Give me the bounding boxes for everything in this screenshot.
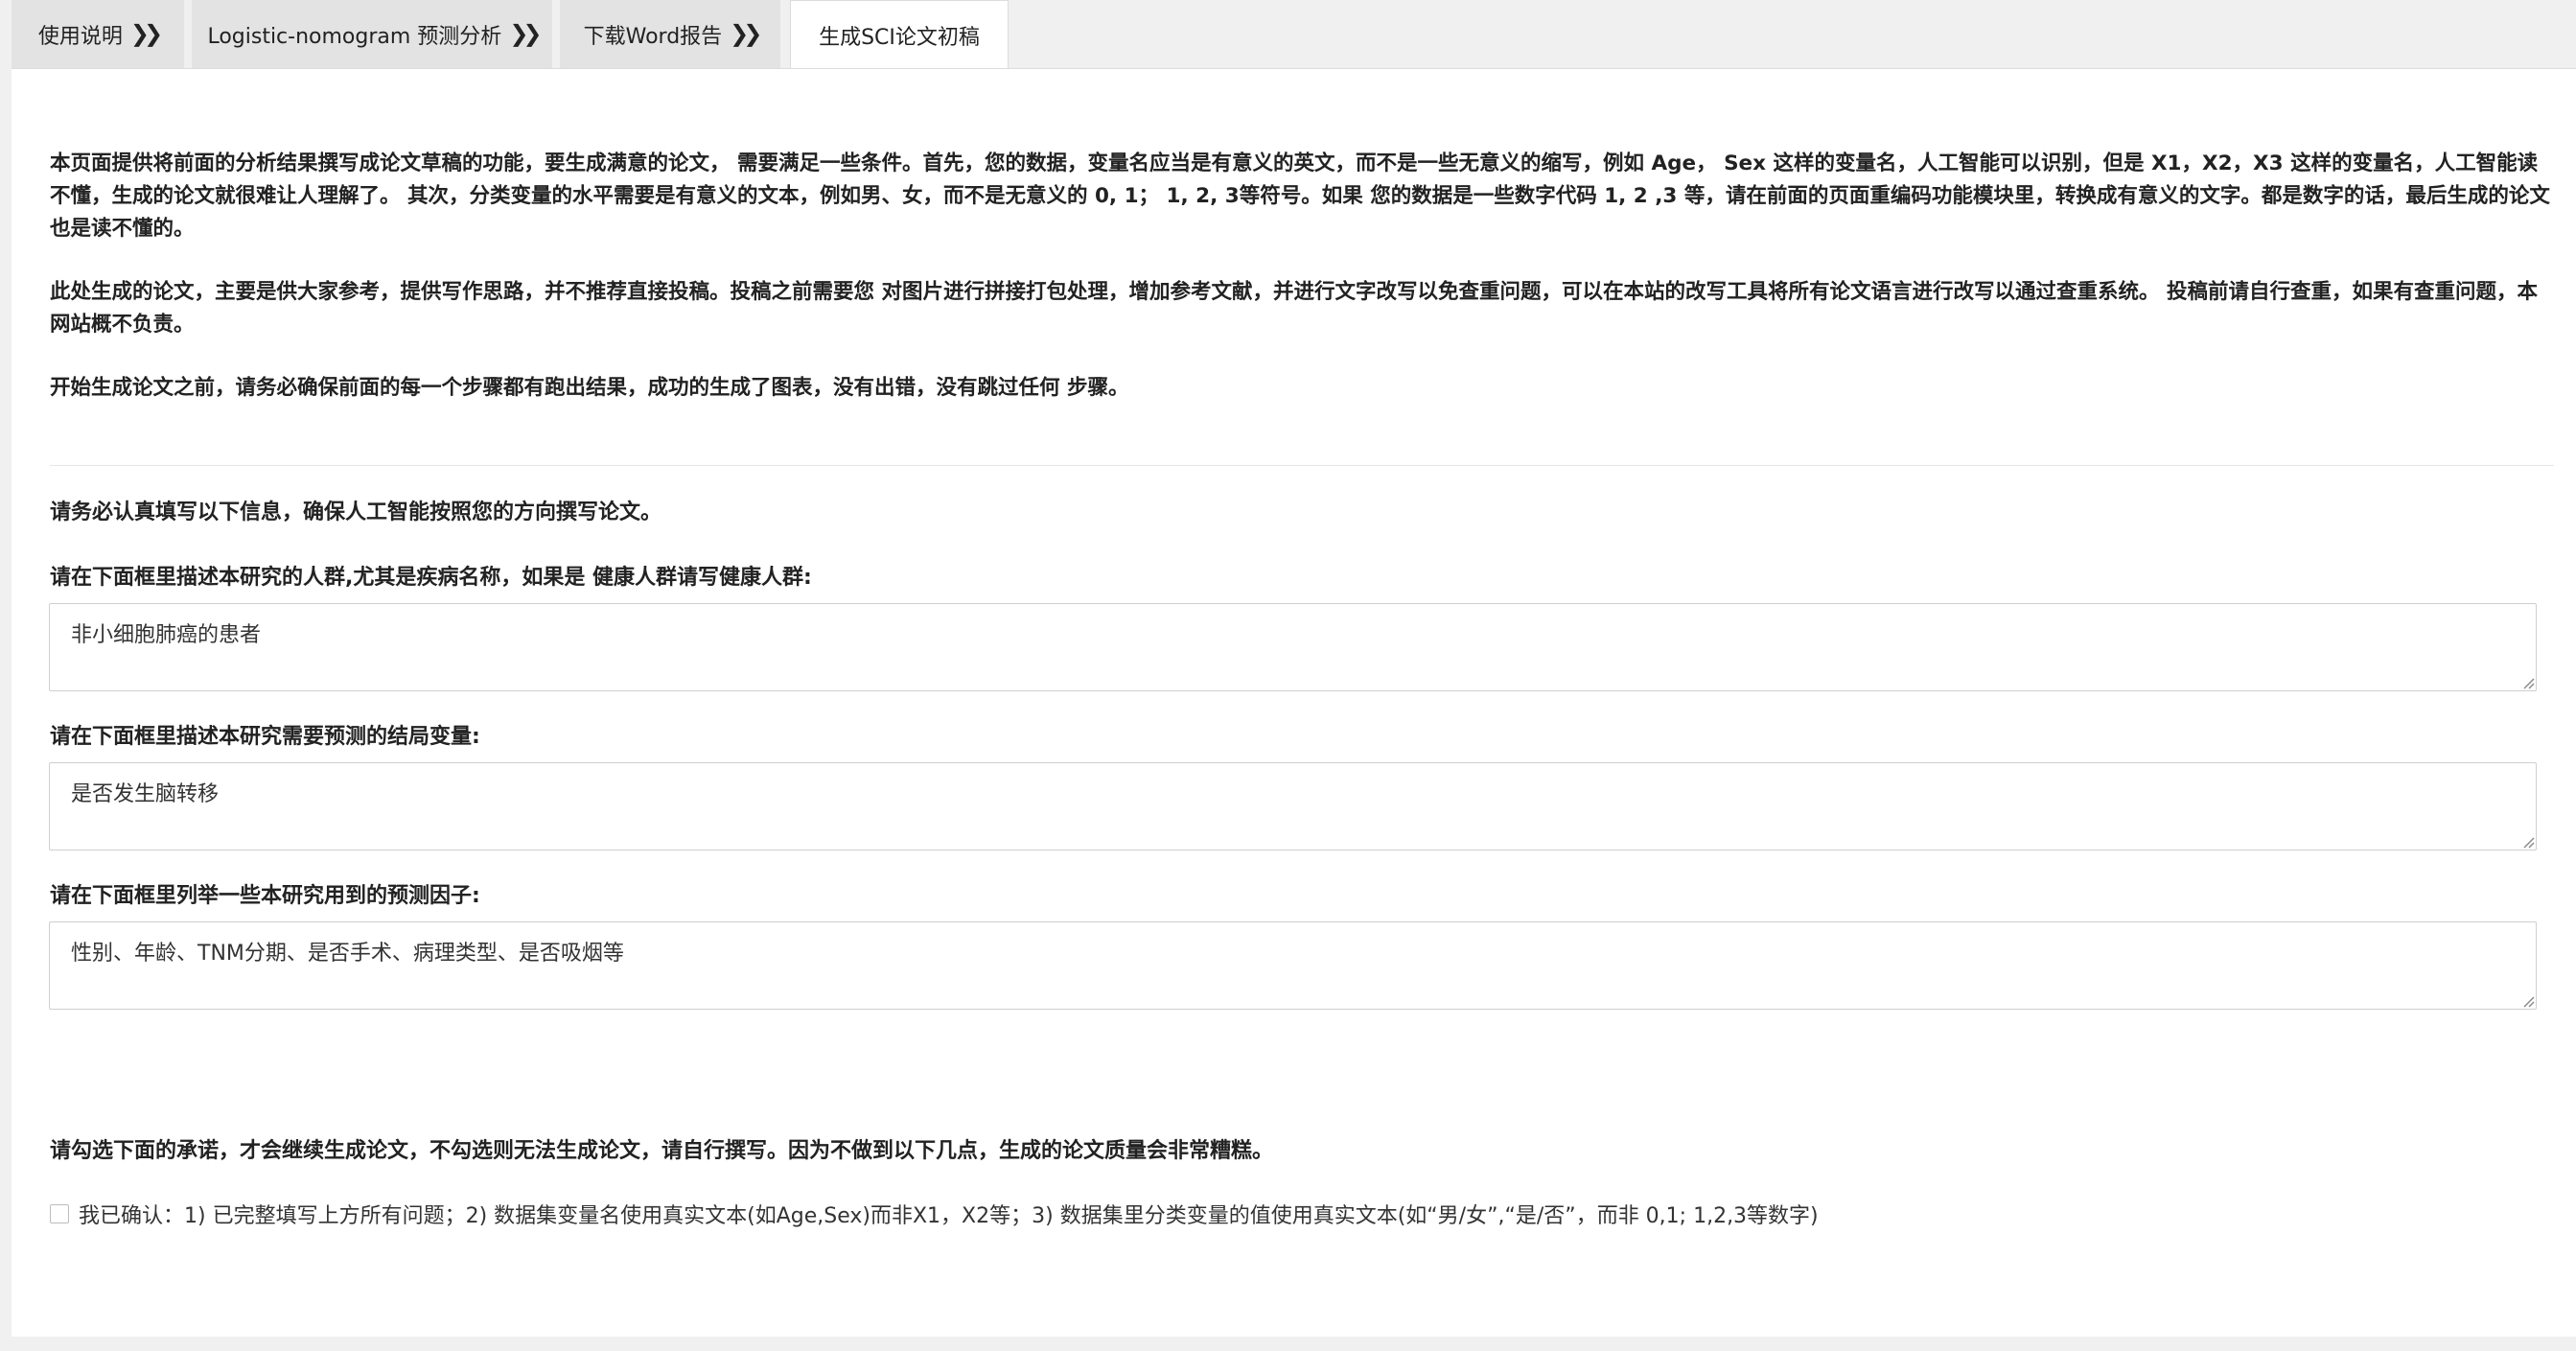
tab-download-word[interactable]: 下载Word报告 ❯❯ bbox=[560, 0, 780, 69]
intro-paragraph-3: 开始生成论文之前，请务必确保前面的每一个步骤都有跑出结果，成功的生成了图表，没有… bbox=[50, 376, 1129, 400]
double-chevron-right-icon: ❯❯ bbox=[509, 20, 542, 47]
tab-instructions[interactable]: 使用说明 ❯❯ bbox=[12, 0, 184, 69]
tab-bar: 使用说明 ❯❯ Logistic-nomogram 预测分析 ❯❯ 下载Word… bbox=[0, 0, 2576, 70]
tab-label: 使用说明 bbox=[37, 25, 123, 49]
tab-logistic-nomogram[interactable]: Logistic-nomogram 预测分析 ❯❯ bbox=[192, 0, 552, 69]
divider bbox=[50, 465, 2554, 466]
confirm-checkbox[interactable] bbox=[50, 1204, 69, 1223]
content-panel: 本页面提供将前面的分析结果撰写成论文草稿的功能，要生成满意的论文， 需要满足一些… bbox=[12, 68, 2576, 1337]
double-chevron-right-icon: ❯❯ bbox=[129, 20, 163, 47]
tab-generate-sci[interactable]: 生成SCI论文初稿 bbox=[790, 0, 1009, 70]
predictors-label: 请在下面框里列举一些本研究用到的预测因子: bbox=[50, 884, 480, 908]
resize-grip-icon[interactable] bbox=[2521, 994, 2535, 1008]
intro-paragraph-1: 本页面提供将前面的分析结果撰写成论文草稿的功能，要生成满意的论文， 需要满足一些… bbox=[50, 151, 2550, 241]
commitment-heading: 请勾选下面的承诺，才会继续生成论文，不勾选则无法生成论文，请自行撰写。因为不做到… bbox=[50, 1139, 1274, 1163]
outcome-label: 请在下面框里描述本研究需要预测的结局变量: bbox=[50, 725, 480, 749]
outcome-field[interactable]: 是否发生脑转移 bbox=[49, 762, 2537, 850]
predictors-field[interactable]: 性别、年龄、TNM分期、是否手术、病理类型、是否吸烟等 bbox=[49, 921, 2537, 1010]
tab-label: Logistic-nomogram 预测分析 bbox=[207, 25, 502, 49]
tab-label: 下载Word报告 bbox=[583, 25, 723, 49]
resize-grip-icon[interactable] bbox=[2521, 835, 2535, 849]
double-chevron-right-icon: ❯❯ bbox=[730, 20, 762, 47]
population-field[interactable]: 非小细胞肺癌的患者 bbox=[49, 603, 2537, 691]
confirm-row[interactable]: 我已确认：1) 已完整填写上方所有问题；2) 数据集变量名使用真实文本(如Age… bbox=[50, 1199, 1819, 1229]
resize-grip-icon[interactable] bbox=[2521, 676, 2535, 689]
population-label: 请在下面框里描述本研究的人群,尤其是疾病名称，如果是 健康人群请写健康人群: bbox=[50, 566, 812, 590]
tab-label: 生成SCI论文初稿 bbox=[819, 26, 980, 50]
intro-paragraph-2: 此处生成的论文，主要是供大家参考，提供写作思路，并不推荐直接投稿。投稿之前需要您… bbox=[50, 280, 2538, 337]
confirm-label[interactable]: 我已确认：1) 已完整填写上方所有问题；2) 数据集变量名使用真实文本(如Age… bbox=[79, 1199, 1819, 1229]
form-instruction: 请务必认真填写以下信息，确保人工智能按照您的方向撰写论文。 bbox=[50, 501, 662, 524]
